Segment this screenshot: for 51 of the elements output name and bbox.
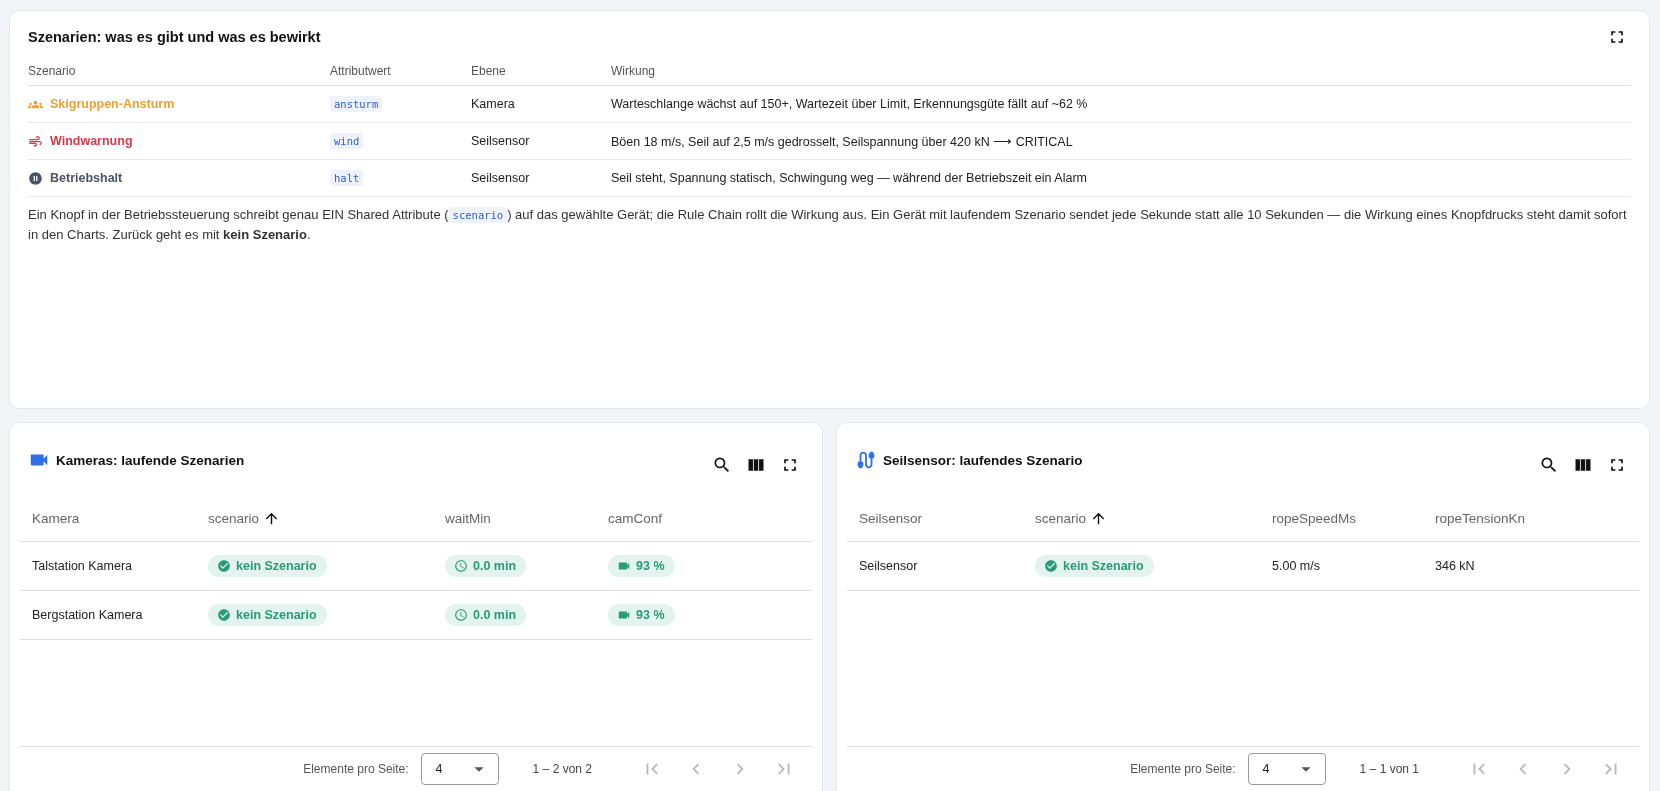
column-header[interactable]: camConf [608,510,663,526]
column-header[interactable]: ropeSpeedMs [1272,510,1357,526]
page-range: 1 – 2 von 2 [532,762,592,776]
clock-icon [454,608,468,622]
attribute-code: ansturm [330,96,383,112]
scenario-name: Windwarnung [50,134,133,148]
page-size-select[interactable]: 4 [420,753,499,785]
column-header: Attributwert [330,58,471,86]
table-cell: Böen 18 m/s, Seil auf 2,5 m/s gedrosselt, Seilspannung über 420 kN ⟶ CRITICAL [611,133,1073,149]
table-cell: 5.00 m/s [1272,559,1320,573]
attribute-code: halt [330,170,364,186]
column-header[interactable]: scenario [208,510,260,526]
card-title: Kameras: laufende Szenarien [56,452,245,468]
pause-icon [28,170,43,186]
status-chip: 93 % [608,555,675,577]
table-cell: Talstation Kamera [32,559,133,573]
card-title: Seilsensor: laufendes Szenario [883,452,1083,468]
table-cell: 346 kN [1435,559,1475,573]
page-range: 1 – 1 von 1 [1359,762,1419,776]
column-header[interactable]: Kamera [32,510,80,526]
column-header: Szenario [28,58,330,86]
wind-icon [28,133,43,149]
table-cell: Warteschlange wächst auf 150+, Wartezeit über Limit, Erkennungsgüte fällt auf ~62 % [611,97,1088,111]
status-chip: kein Szenario [208,555,327,577]
column-header[interactable]: waitMin [445,510,491,526]
page-size-select[interactable]: 4 [1247,753,1326,785]
column-header: Ebene [471,58,611,86]
attribute-code: wind [330,133,364,149]
column-header: Wirkung [611,58,1631,86]
description-text: Ein Knopf in der Betriebssteuerung schreibt genau EIN Shared Attribute ( scenario ) auf das gewählte Gerät; die Rule Chain rollt die Wirkung aus. Ein Gerät mit laufendem Szenario sendet jede Sekunde statt alle 10 Sekunden — die Wirkung eines Knopfdrucks steht damit sofort in den Charts. Zurück geht es mit kein Szenario. [28,206,1628,244]
column-header[interactable]: scenario [1035,510,1087,526]
column-header[interactable]: Seilsensor [859,510,923,526]
status-chip: 93 % [608,604,675,626]
card-title: Szenarien: was es gibt und was es bewirkt [28,29,321,45]
table-cell: Seilsensor [859,559,918,573]
table-cell: Seil steht, Spannung statisch, Schwingung weg — während der Betriebszeit ein Alarm [611,171,1087,185]
clock-icon [454,559,468,573]
status-chip: 0.0 min [445,604,527,626]
column-header[interactable]: ropeTensionKn [1435,510,1526,526]
status-chip: kein Szenario [208,604,327,626]
table-cell: Kamera [471,97,515,111]
page-size-label: Elemente pro Seite: [1130,762,1236,776]
page-size-label: Elemente pro Seite: [303,762,409,776]
scenario-name: Betriebshalt [50,171,123,185]
table-cell: Seilsensor [471,171,530,185]
table-cell: Seilsensor [471,134,530,148]
status-chip: 0.0 min [445,555,527,577]
status-chip: kein Szenario [1035,555,1154,577]
table-cell: Bergstation Kamera [32,608,143,622]
scenario-name: Skigruppen-Ansturm [50,97,175,111]
cable-icon [855,449,877,471]
